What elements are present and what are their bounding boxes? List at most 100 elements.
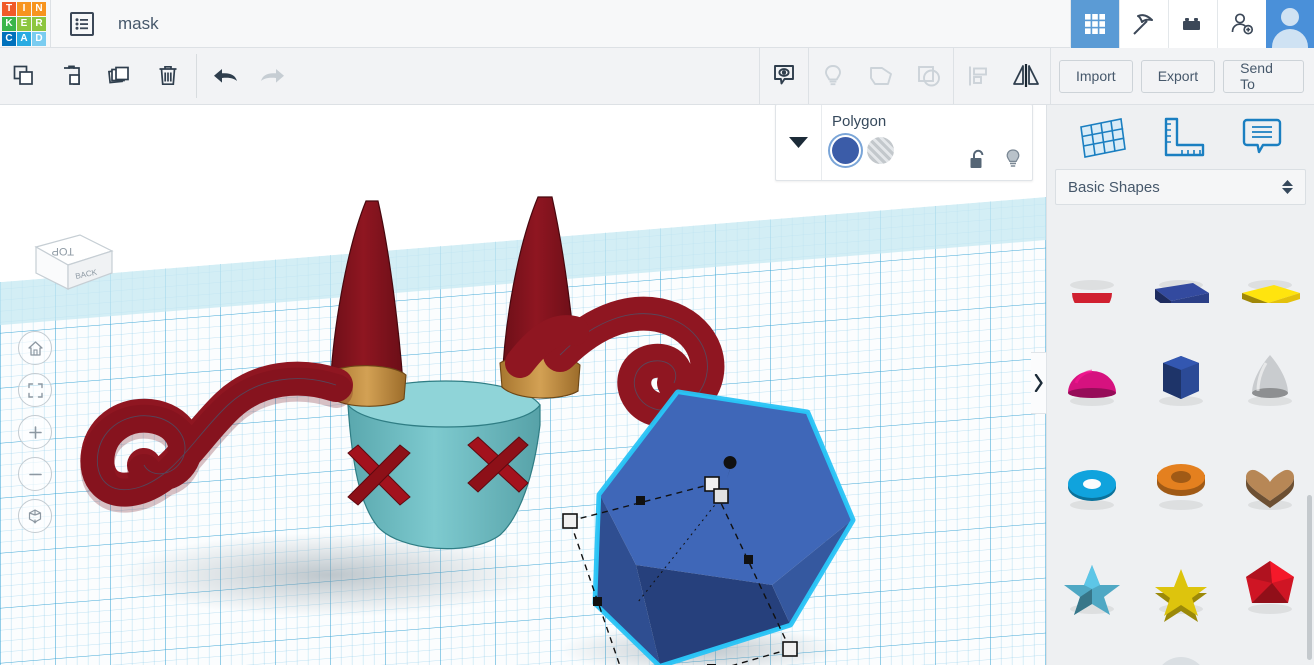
shape-category-value: Basic Shapes bbox=[1068, 178, 1160, 196]
redo-arrow-icon bbox=[261, 69, 284, 83]
shape-wedge[interactable] bbox=[1226, 223, 1314, 327]
projection-toggle-button[interactable] bbox=[18, 499, 52, 533]
ungroup-button[interactable] bbox=[905, 48, 953, 105]
edit-tools-group bbox=[0, 48, 297, 105]
shape-tools-group bbox=[759, 47, 1051, 105]
design-canvas[interactable]: TOP BACK bbox=[0, 105, 1046, 665]
zoom-out-button[interactable] bbox=[18, 457, 52, 491]
align-button[interactable] bbox=[954, 48, 1002, 105]
invite-button[interactable] bbox=[1217, 0, 1266, 48]
shape-paraboloid[interactable] bbox=[1226, 327, 1314, 431]
inspector-icons bbox=[969, 148, 1022, 172]
home-view-button[interactable] bbox=[18, 331, 52, 365]
ungroup-shapes-icon bbox=[918, 66, 940, 87]
group-shapes-icon bbox=[870, 67, 892, 85]
pickaxe-icon bbox=[1133, 13, 1153, 35]
shape-torus[interactable] bbox=[1047, 431, 1136, 535]
lego-brick-icon bbox=[1183, 17, 1200, 30]
logo-tile-d: D bbox=[32, 31, 46, 46]
shape-hemisphere[interactable] bbox=[1047, 327, 1136, 431]
shapes-scrollbar[interactable] bbox=[1307, 495, 1312, 660]
shape-star-3d[interactable] bbox=[1047, 535, 1136, 639]
copy-icon bbox=[13, 65, 33, 85]
undo-button[interactable] bbox=[201, 48, 249, 105]
minus-icon bbox=[28, 473, 42, 475]
group-button[interactable] bbox=[857, 48, 905, 105]
shape-heart[interactable] bbox=[1226, 431, 1314, 535]
view-cube-top-label: TOP bbox=[52, 245, 74, 257]
chevron-right-icon bbox=[1034, 374, 1043, 392]
hole-swatch[interactable] bbox=[867, 137, 894, 164]
shape-category-select[interactable]: Basic Shapes bbox=[1055, 169, 1306, 205]
caret-updown-icon bbox=[1282, 180, 1293, 194]
avatar-head bbox=[1281, 7, 1299, 26]
delete-button[interactable] bbox=[144, 48, 192, 105]
cube-perspective-icon bbox=[28, 509, 42, 524]
logo-tile-n: N bbox=[32, 1, 46, 16]
note-eye-icon bbox=[774, 65, 794, 85]
ruler-button[interactable] bbox=[1160, 115, 1208, 159]
logo-tile-e: E bbox=[17, 16, 31, 31]
plus-icon bbox=[28, 425, 42, 439]
duplicate-button[interactable] bbox=[96, 48, 144, 105]
fit-all-icon bbox=[27, 382, 43, 398]
export-button[interactable]: Export bbox=[1140, 59, 1216, 93]
logo-tile-i: I bbox=[17, 1, 31, 16]
view-cube[interactable]: TOP BACK bbox=[18, 227, 118, 302]
minecraft-button[interactable] bbox=[1119, 0, 1168, 48]
shape-sphere[interactable] bbox=[1047, 223, 1136, 327]
import-button[interactable]: Import bbox=[1059, 59, 1133, 93]
canvas-3d-scene bbox=[0, 105, 1046, 665]
shape-gem[interactable] bbox=[1226, 639, 1314, 665]
align-icon bbox=[969, 66, 987, 86]
inspector-collapse-button[interactable] bbox=[776, 105, 822, 180]
mirror-button[interactable] bbox=[1002, 48, 1050, 105]
paste-icon bbox=[64, 65, 80, 85]
copy-button[interactable] bbox=[0, 48, 48, 105]
undo-arrow-icon bbox=[214, 69, 237, 83]
shape-round-roof[interactable] bbox=[1136, 639, 1225, 665]
triangle-down-icon bbox=[789, 137, 808, 148]
zoom-in-button[interactable] bbox=[18, 415, 52, 449]
send-to-button[interactable]: Send To bbox=[1223, 59, 1304, 93]
logo-tile-a: A bbox=[17, 31, 31, 46]
lightbulb-icon[interactable] bbox=[1004, 148, 1022, 172]
document-title[interactable]: mask bbox=[118, 14, 159, 34]
solid-color-swatch[interactable] bbox=[832, 137, 859, 164]
logo-tile-c: C bbox=[2, 31, 16, 46]
notes-button[interactable] bbox=[1239, 114, 1285, 160]
panel-tool-icons bbox=[1047, 105, 1314, 169]
unlocked-padlock-icon[interactable] bbox=[969, 149, 988, 171]
shape-inspector-panel: Polygon bbox=[775, 104, 1033, 181]
shape-polygon[interactable] bbox=[1136, 327, 1225, 431]
toolbar-actions: Import Export Send To bbox=[1051, 48, 1314, 105]
fit-view-button[interactable] bbox=[18, 373, 52, 407]
shape-polyhedron[interactable] bbox=[1226, 535, 1314, 639]
paste-button[interactable] bbox=[48, 48, 96, 105]
shapes-grid bbox=[1047, 223, 1314, 665]
user-avatar[interactable] bbox=[1266, 0, 1314, 48]
shape-box[interactable] bbox=[1136, 223, 1225, 327]
toolbar-separator bbox=[196, 54, 197, 98]
light-button[interactable] bbox=[809, 48, 857, 105]
tinkercad-logo[interactable]: TIN KER CAD bbox=[2, 1, 46, 46]
header-actions bbox=[1070, 0, 1314, 48]
ruler-icon bbox=[1164, 117, 1204, 157]
grid-icon bbox=[1085, 13, 1105, 34]
panel-collapse-button[interactable] bbox=[1031, 352, 1047, 414]
main-toolbar: Import Export Send To bbox=[0, 47, 1314, 105]
shape-tube[interactable] bbox=[1136, 431, 1225, 535]
category-select-wrap: Basic Shapes bbox=[1047, 169, 1314, 205]
blocks-button[interactable] bbox=[1168, 0, 1217, 48]
grid-apps-button[interactable] bbox=[1070, 0, 1119, 48]
shape-ring[interactable] bbox=[1047, 639, 1136, 665]
project-menu-button[interactable] bbox=[70, 11, 94, 36]
tinkercad-app: TINKERCAD mask Import Export Send To TOP… bbox=[0, 0, 1314, 665]
list-icon bbox=[75, 17, 88, 30]
shape-star[interactable] bbox=[1136, 535, 1225, 639]
note-button[interactable] bbox=[760, 48, 808, 105]
logo-tile-r: R bbox=[32, 16, 46, 31]
workplane-button[interactable] bbox=[1077, 115, 1129, 159]
trash-icon bbox=[159, 65, 177, 86]
redo-button[interactable] bbox=[249, 48, 297, 105]
